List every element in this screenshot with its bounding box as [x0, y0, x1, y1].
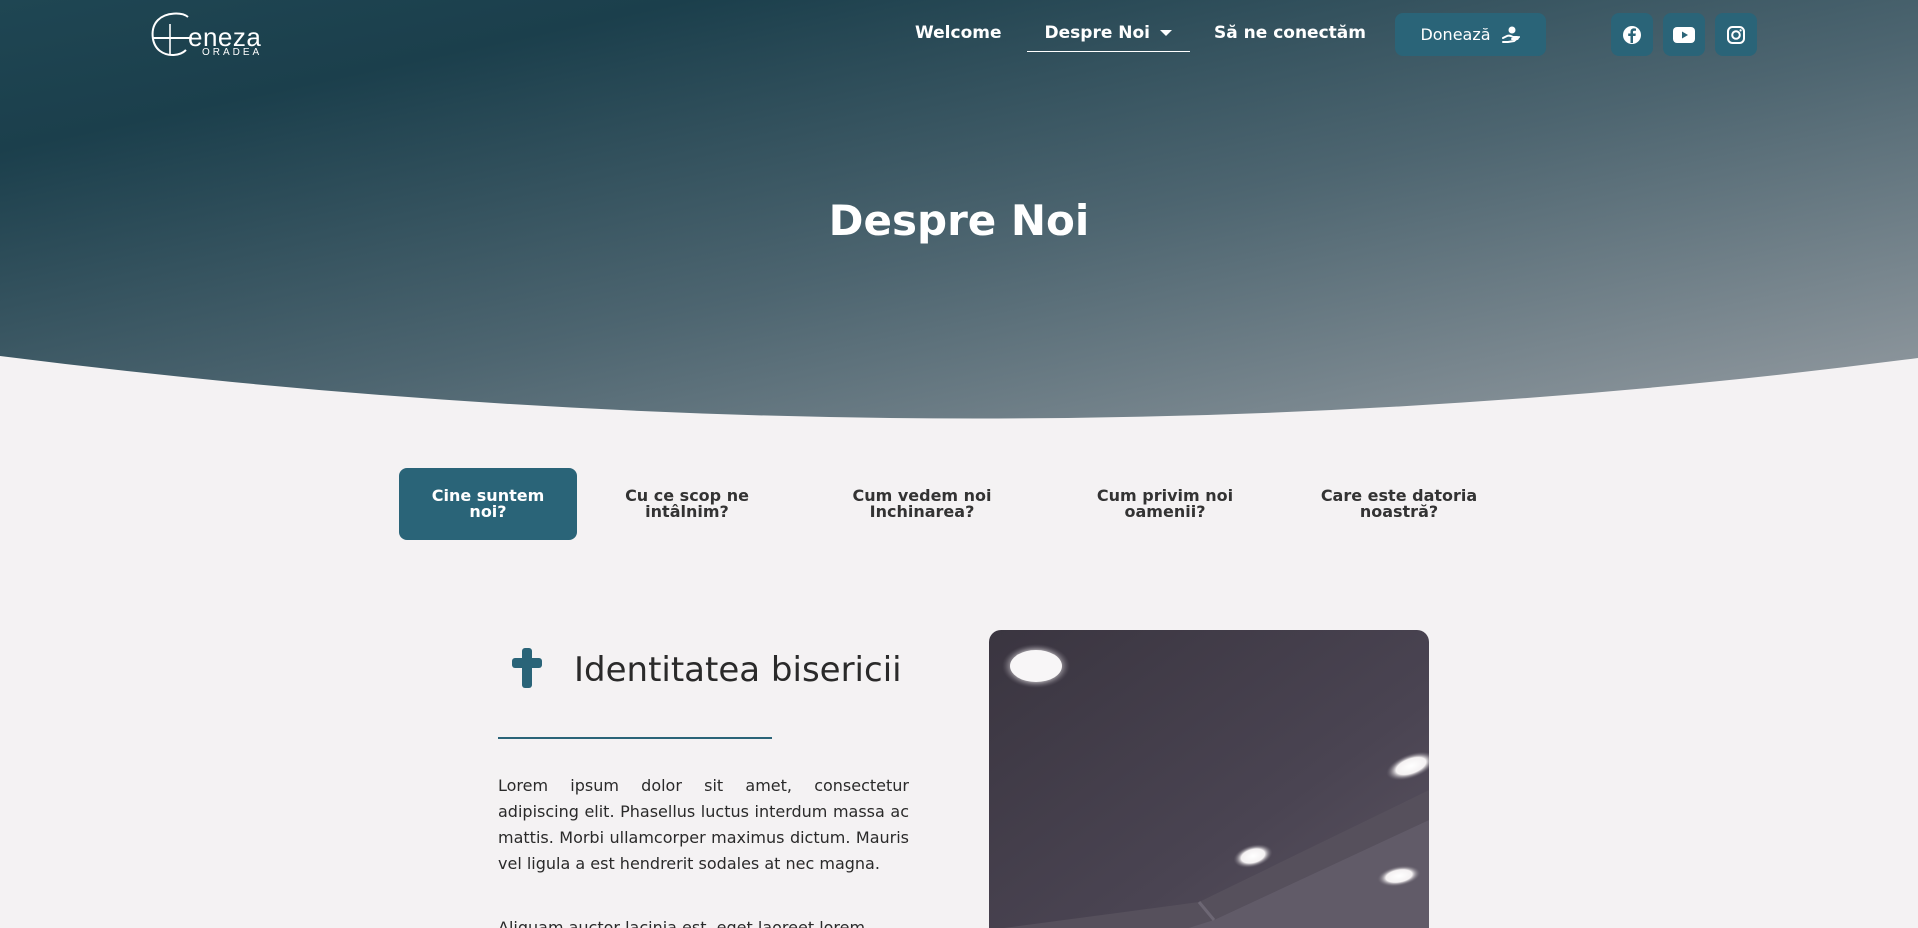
hand-heart-icon — [1501, 26, 1520, 43]
cross-icon — [512, 648, 542, 688]
nav-item-label: Să ne conectăm — [1214, 23, 1366, 43]
nav-item-label: Welcome — [915, 23, 1002, 43]
nav-item-label: Despre Noi — [1044, 22, 1151, 43]
tab-cum-vedem-inchinarea[interactable]: Cum vedem noi Inchinarea? — [812, 468, 1032, 540]
main-nav: Welcome Despre Noi Să ne conectăm — [900, 19, 1366, 52]
youtube-link[interactable] — [1663, 13, 1705, 56]
logo-subtitle: ORADEA — [202, 47, 263, 58]
nav-item-despre-noi[interactable]: Despre Noi — [1026, 19, 1191, 52]
nav-item-welcome[interactable]: Welcome — [915, 19, 1002, 51]
tab-datoria-noastra[interactable]: Care este datoria noastră? — [1299, 468, 1499, 540]
site-logo[interactable]: eneza ORADEA — [148, 10, 278, 58]
section-divider — [498, 737, 772, 739]
section-paragraph: Aliquam auctor lacinia est, eget laoreet… — [498, 918, 866, 928]
hero-banner: eneza ORADEA Welcome Despre Noi Să ne co… — [0, 0, 1918, 440]
instagram-link[interactable] — [1715, 13, 1757, 56]
tab-label: Care este datoria noastră? — [1320, 486, 1478, 521]
tab-label: Cum privim noi oamenii? — [1096, 486, 1234, 521]
tab-cum-privim-oamenii[interactable]: Cum privim noi oamenii? — [1065, 468, 1265, 540]
tab-cu-ce-scop[interactable]: Cu ce scop ne intâlnim? — [598, 468, 776, 540]
section-title: Identitatea bisericii — [574, 650, 902, 690]
donate-button[interactable]: Donează — [1395, 13, 1546, 56]
tab-label: Cu ce scop ne intâlnim? — [625, 486, 749, 521]
youtube-icon — [1673, 26, 1695, 43]
church-ceiling-photo — [989, 630, 1429, 928]
page-title: Despre Noi — [828, 196, 1090, 245]
donate-label: Donează — [1420, 25, 1491, 44]
facebook-link[interactable] — [1611, 13, 1653, 56]
instagram-icon — [1727, 25, 1745, 44]
tab-label: Cine suntem noi? — [431, 486, 545, 521]
ceiling-image — [989, 630, 1429, 928]
section-paragraph: Lorem ipsum dolor sit amet, consectetur … — [498, 776, 909, 873]
tab-label: Cum vedem noi Inchinarea? — [852, 486, 992, 521]
nav-item-conectam[interactable]: Să ne conectăm — [1214, 19, 1366, 51]
about-tabs: Cine suntem noi? Cu ce scop ne intâlnim?… — [399, 468, 1529, 540]
tab-cine-suntem-noi[interactable]: Cine suntem noi? — [399, 468, 577, 540]
chevron-down-icon[interactable] — [1160, 29, 1173, 36]
facebook-icon — [1623, 25, 1641, 44]
